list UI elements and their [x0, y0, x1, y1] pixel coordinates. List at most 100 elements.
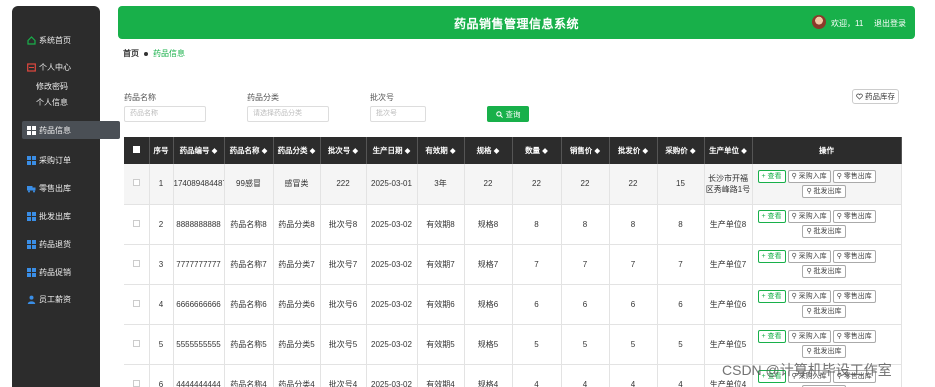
sidebar-item-change-password[interactable]: 修改密码 [36, 81, 68, 92]
row-actions: + 查看⚲ 采购入库⚲ 零售出库 ⚲ 批发出库 [752, 244, 902, 285]
table-row: 2 8888888888 药品名称8 药品分类8 批次号8 2025-03-02 有效期8 规… [124, 204, 902, 245]
col-manufacturer[interactable]: 生产单位 ◆ [704, 137, 753, 164]
cell-quantity: 7 [512, 244, 562, 285]
cell-validity: 有效期7 [417, 244, 465, 285]
row-checkbox[interactable] [132, 379, 140, 387]
cell-purchase-price: 5 [657, 324, 705, 365]
row-checkbox[interactable] [132, 339, 140, 347]
wholesale-out-button[interactable]: ⚲ 批发出库 [802, 345, 846, 358]
drug-name-input[interactable]: 药品名称 [124, 106, 206, 122]
sidebar-item-label: 药品促销 [39, 267, 71, 277]
sidebar-item-drug-returns[interactable]: 药品退货 [12, 235, 100, 253]
purchase-in-button[interactable]: ⚲ 采购入库 [787, 290, 831, 303]
wholesale-out-button[interactable]: ⚲ 批发出库 [802, 265, 846, 278]
view-button[interactable]: + 查看 [757, 210, 786, 223]
view-button[interactable]: + 查看 [757, 250, 786, 263]
sidebar-item-home[interactable]: 系统首页 [12, 31, 100, 49]
retail-out-button[interactable]: ⚲ 零售出库 [832, 330, 876, 343]
view-button[interactable]: + 查看 [757, 169, 786, 183]
cell-sale-price: 5 [561, 324, 610, 365]
table-row: 3 7777777777 药品名称7 药品分类7 批次号7 2025-03-02 有效期7 规… [124, 244, 902, 285]
wholesale-out-button[interactable]: ⚲ 批发出库 [802, 305, 846, 318]
cell-index: 6 [149, 364, 174, 387]
retail-out-button[interactable]: ⚲ 零售出库 [832, 169, 876, 183]
retail-out-button[interactable]: ⚲ 零售出库 [832, 290, 876, 303]
batch-no-input[interactable]: 批次号 [370, 106, 426, 122]
purchase-in-button[interactable]: ⚲ 采购入库 [787, 169, 831, 183]
purchase-in-button[interactable]: ⚲ 采购入库 [787, 250, 831, 263]
col-purchase-price[interactable]: 采购价 ◆ [657, 137, 705, 164]
table-header-row: 序号 药品编号 ◆ 药品名称 ◆ 药品分类 ◆ 批次号 ◆ 生产日期 ◆ 有效期… [124, 137, 902, 164]
sidebar-item-staff-salary[interactable]: 员工薪资 [12, 290, 100, 308]
select-all-checkbox[interactable] [124, 137, 150, 164]
view-button[interactable]: + 查看 [757, 330, 786, 343]
retail-out-button[interactable]: ⚲ 零售出库 [832, 250, 876, 263]
breadcrumb-separator [144, 51, 148, 56]
row-checkbox[interactable] [132, 179, 140, 187]
row-checkbox-cell[interactable] [124, 244, 150, 285]
col-quantity[interactable]: 数量 ◆ [512, 137, 562, 164]
purchase-in-button[interactable]: ⚲ 采购入库 [787, 210, 831, 223]
sidebar-item-retail-out[interactable]: 零售出库 [12, 179, 100, 197]
home-icon [27, 35, 36, 45]
wholesale-out-button[interactable]: ⚲ 批发出库 [802, 225, 846, 238]
cell-wholesale-price: 8 [609, 204, 658, 245]
logout-link[interactable]: 退出登录 [874, 18, 906, 29]
row-checkbox[interactable] [132, 219, 140, 227]
avatar[interactable] [812, 15, 826, 29]
sidebar-item-drug-info[interactable]: 药品信息 [22, 121, 120, 139]
cell-drug-code: 7777777777 [173, 244, 225, 285]
cell-batch-no: 批次号7 [320, 244, 367, 285]
col-actions: 操作 [752, 137, 902, 164]
watermark: CSDN @计算机毕设工作室 [722, 362, 892, 378]
heart-icon [856, 93, 863, 100]
col-batch-no[interactable]: 批次号 ◆ [320, 137, 367, 164]
wholesale-out-button[interactable]: ⚲ 批发出库 [802, 184, 846, 198]
cell-drug-name: 药品名称4 [224, 364, 274, 387]
row-checkbox-cell[interactable] [124, 164, 150, 205]
col-drug-name[interactable]: 药品名称 ◆ [224, 137, 274, 164]
row-actions: + 查看⚲ 采购入库⚲ 零售出库⚲ 批发出库 [752, 164, 902, 205]
cell-index: 3 [149, 244, 174, 285]
row-actions: + 查看⚲ 采购入库⚲ 零售出库 ⚲ 批发出库 [752, 324, 902, 365]
col-sale-price[interactable]: 销售价 ◆ [561, 137, 610, 164]
cell-batch-no: 批次号5 [320, 324, 367, 365]
col-validity[interactable]: 有效期 ◆ [417, 137, 465, 164]
col-spec[interactable]: 规格 ◆ [464, 137, 513, 164]
sidebar-item-personal-info[interactable]: 个人信息 [36, 97, 68, 108]
col-drug-code[interactable]: 药品编号 ◆ [173, 137, 225, 164]
view-button[interactable]: + 查看 [757, 290, 786, 303]
sidebar-item-drug-promotions[interactable]: 药品促销 [12, 263, 100, 281]
row-checkbox[interactable] [132, 299, 140, 307]
sidebar-item-label: 员工薪资 [39, 294, 71, 304]
sidebar-item-personal-center[interactable]: 个人中心 [12, 58, 100, 76]
drug-category-select[interactable]: 请选择药品分类 [247, 106, 329, 122]
drug-stock-label: 药品库存 [865, 92, 895, 101]
sidebar-item-wholesale-out[interactable]: 批发出库 [12, 207, 100, 225]
row-checkbox-cell[interactable] [124, 324, 150, 365]
welcome-text: 欢迎，11 [831, 19, 864, 28]
search-icon [495, 110, 503, 118]
breadcrumb-home[interactable]: 首页 [123, 48, 139, 59]
person-icon [27, 295, 36, 304]
sidebar-item-label: 零售出库 [39, 183, 71, 193]
purchase-in-button[interactable]: ⚲ 采购入库 [787, 330, 831, 343]
search-button[interactable]: 查询 [487, 106, 529, 122]
row-checkbox-cell[interactable] [124, 364, 150, 387]
cell-purchase-price: 8 [657, 204, 705, 245]
row-checkbox-cell[interactable] [124, 284, 150, 325]
sidebar-item-purchase-orders[interactable]: 采购订单 [12, 151, 100, 169]
retail-out-button[interactable]: ⚲ 零售出库 [832, 210, 876, 223]
row-checkbox[interactable] [132, 259, 140, 267]
cell-manufacturer: 生产单位6 [704, 284, 753, 325]
cell-index: 2 [149, 204, 174, 245]
col-wholesale-price[interactable]: 批发价 ◆ [609, 137, 658, 164]
col-production-date[interactable]: 生产日期 ◆ [366, 137, 418, 164]
row-actions: + 查看⚲ 采购入库⚲ 零售出库 ⚲ 批发出库 [752, 284, 902, 325]
drug-stock-button[interactable]: 药品库存 [852, 89, 899, 104]
row-checkbox-cell[interactable] [124, 204, 150, 245]
cell-drug-name: 99感冒 [224, 164, 274, 205]
table-row: 4 6666666666 药品名称6 药品分类6 批次号6 2025-03-02 有效期6 规… [124, 284, 902, 325]
col-drug-category[interactable]: 药品分类 ◆ [273, 137, 321, 164]
cell-wholesale-price: 22 [609, 164, 658, 205]
